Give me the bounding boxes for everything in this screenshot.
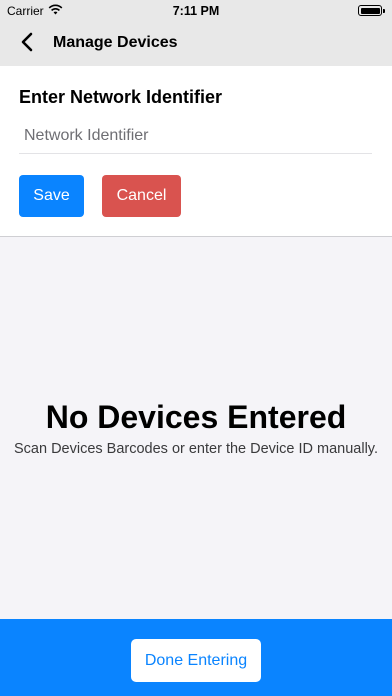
- empty-state-title: No Devices Entered: [45, 399, 347, 435]
- page-title: Manage Devices: [53, 34, 178, 51]
- entry-heading: Enter Network Identifier: [19, 87, 223, 107]
- empty-state-subtitle: Scan Devices Barcodes or enter the Devic…: [13, 441, 378, 457]
- nav-bar: Manage Devices: [0, 22, 392, 66]
- footer-bar: Done Entering: [0, 619, 392, 696]
- save-button[interactable]: Save: [19, 175, 84, 217]
- chevron-left-icon: [21, 32, 33, 57]
- entry-panel: Enter Network Identifier Save Cancel: [0, 66, 392, 237]
- back-button[interactable]: [14, 30, 40, 58]
- status-right: [358, 5, 385, 16]
- done-entering-button[interactable]: Done Entering: [131, 639, 261, 682]
- network-identifier-input[interactable]: [19, 118, 372, 154]
- cancel-button[interactable]: Cancel: [102, 175, 181, 217]
- status-time: 7:11 PM: [172, 4, 220, 18]
- status-bar: Carrier 7:11 PM: [0, 0, 392, 22]
- battery-icon: [358, 5, 385, 16]
